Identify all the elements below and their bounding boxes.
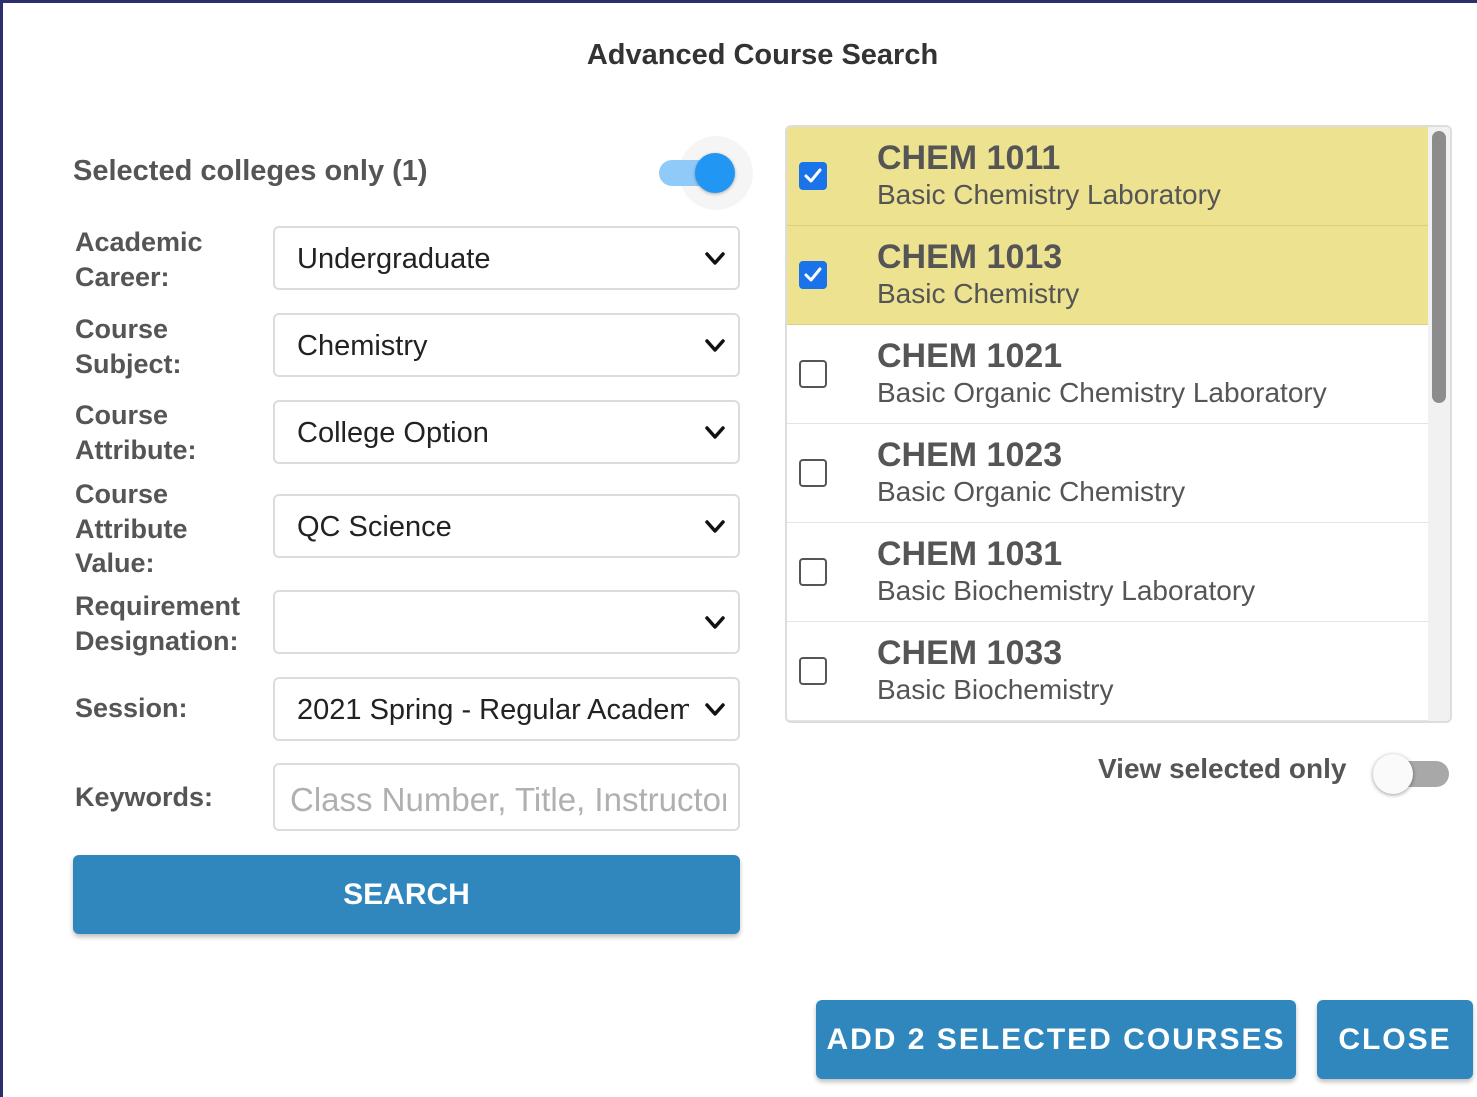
course-subject-select[interactable]: Chemistry — [273, 313, 740, 377]
course-code: CHEM 1013 — [877, 238, 1063, 276]
session-label: Session: — [75, 693, 188, 723]
view-selected-switch[interactable] — [1373, 751, 1453, 794]
course-title: Basic Biochemistry — [877, 674, 1114, 705]
course-row[interactable]: CHEM 1011 Basic Chemistry Laboratory — [787, 127, 1432, 226]
course-row[interactable]: CHEM 1013 Basic Chemistry — [787, 226, 1432, 325]
dialog-title: Advanced Course Search — [586, 39, 939, 71]
chevron-down-icon — [705, 520, 725, 533]
close-button[interactable]: CLOSE — [1317, 1000, 1473, 1079]
view-selected-label: View selected only — [1098, 753, 1347, 784]
check-icon — [804, 168, 822, 183]
course-subject-label: Course Subject: — [75, 314, 182, 379]
course-row[interactable]: CHEM 1031 Basic Biochemistry Laboratory — [787, 523, 1432, 622]
course-code: CHEM 1011 — [877, 139, 1061, 177]
course-attribute-value: College Option — [297, 417, 489, 449]
course-checkbox[interactable] — [799, 360, 827, 388]
academic-career-select[interactable]: Undergraduate — [273, 226, 740, 290]
course-attribute-value-value: QC Science — [297, 511, 452, 543]
chevron-down-icon — [705, 339, 725, 352]
course-title: Basic Chemistry Laboratory — [877, 179, 1221, 210]
course-results-list[interactable]: CHEM 1011 Basic Chemistry Laboratory CHE… — [785, 125, 1452, 723]
course-attribute-label: Course Attribute: — [75, 400, 197, 465]
add-selected-courses-button[interactable]: ADD 2 SELECTED COURSES — [816, 1000, 1296, 1079]
course-title: Basic Chemistry — [877, 278, 1080, 309]
search-button[interactable]: SEARCH — [73, 855, 740, 934]
requirement-designation-select[interactable] — [273, 590, 740, 654]
academic-career-value: Undergraduate — [297, 243, 491, 275]
course-title: Basic Organic Chemistry — [877, 476, 1186, 507]
switch-thumb[interactable] — [1373, 754, 1413, 794]
keywords-input[interactable]: Class Number, Title, Instructor — [273, 763, 740, 831]
course-checkbox[interactable] — [799, 459, 827, 487]
course-code: CHEM 1031 — [877, 535, 1063, 573]
chevron-down-icon — [705, 616, 725, 629]
course-code: CHEM 1021 — [877, 337, 1063, 375]
course-title: Basic Organic Chemistry Laboratory — [877, 377, 1327, 408]
course-row[interactable]: CHEM 1023 Basic Organic Chemistry — [787, 424, 1432, 523]
course-code: CHEM 1023 — [877, 436, 1063, 474]
keywords-placeholder: Class Number, Title, Instructor — [290, 781, 726, 818]
selected-colleges-label: Selected colleges only (1) — [73, 155, 428, 187]
chevron-down-icon — [705, 426, 725, 439]
course-subject-value: Chemistry — [297, 330, 428, 362]
course-row[interactable]: CHEM 1021 Basic Organic Chemistry Labora… — [787, 325, 1432, 424]
course-attribute-select[interactable]: College Option — [273, 400, 740, 464]
course-title: Basic Biochemistry Laboratory — [877, 575, 1256, 606]
check-icon — [804, 267, 822, 282]
chevron-down-icon — [705, 703, 725, 716]
course-row[interactable]: CHEM 1033 Basic Biochemistry — [787, 622, 1432, 721]
results-scrollbar-thumb[interactable] — [1432, 131, 1446, 403]
selected-colleges-toggle-row: Selected colleges only (1) — [73, 133, 753, 213]
advanced-course-search-dialog: Advanced Course Search Selected colleges… — [0, 0, 1477, 1097]
chevron-down-icon — [705, 252, 725, 265]
course-checkbox[interactable] — [799, 162, 827, 190]
course-checkbox[interactable] — [799, 558, 827, 586]
results-scrollbar[interactable] — [1428, 127, 1450, 721]
academic-career-label: Academic Career: — [75, 227, 203, 292]
selected-colleges-switch[interactable] — [657, 136, 753, 210]
course-attribute-value-select[interactable]: QC Science — [273, 494, 740, 558]
requirement-designation-label: Requirement Designation: — [75, 591, 241, 656]
course-code: CHEM 1033 — [877, 634, 1063, 672]
session-value: 2021 Spring - Regular Academic Session — [297, 694, 689, 726]
course-checkbox[interactable] — [799, 261, 827, 289]
course-checkbox[interactable] — [799, 657, 827, 685]
course-attribute-value-label: Course Attribute Value: — [75, 479, 188, 578]
switch-thumb[interactable] — [695, 153, 735, 193]
keywords-label: Keywords: — [75, 782, 214, 812]
session-select[interactable]: 2021 Spring - Regular Academic Session — [273, 677, 740, 741]
